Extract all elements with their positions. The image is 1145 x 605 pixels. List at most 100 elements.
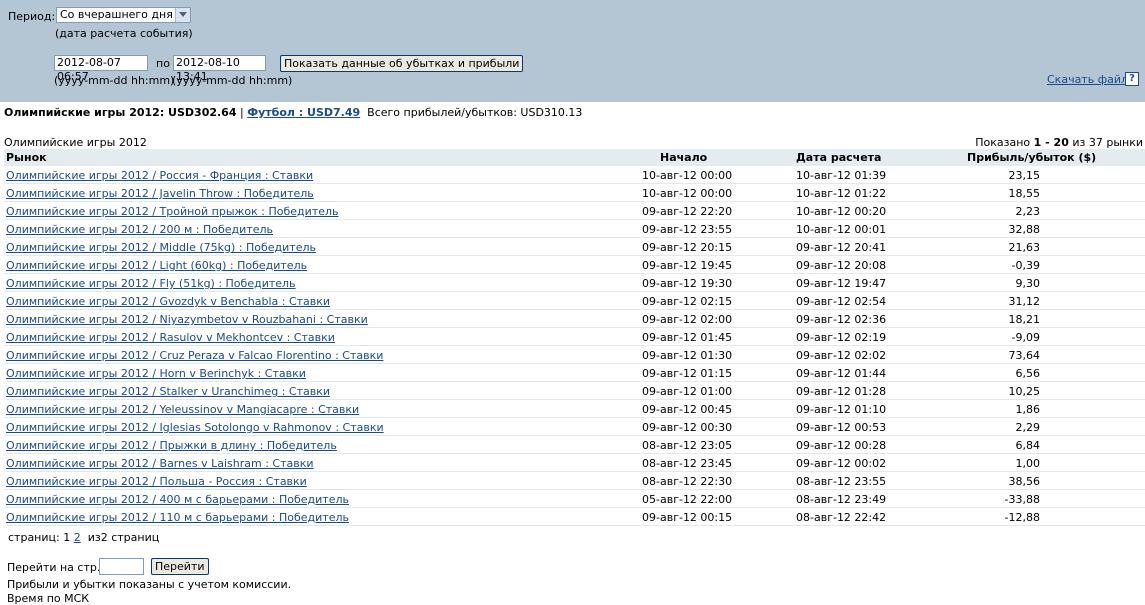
table-row: Олимпийские игры 2012 / 400 м с барьерам…	[4, 490, 1145, 508]
market-link[interactable]: Олимпийские игры 2012 / 400 м с барьерам…	[6, 493, 349, 506]
settled-time-cell: 10-авг-12 00:01	[796, 223, 887, 236]
table-row: Олимпийские игры 2012 / Yeleussinov v Ma…	[4, 400, 1145, 418]
market-link[interactable]: Олимпийские игры 2012 / Javelin Throw : …	[6, 187, 314, 200]
market-link[interactable]: Олимпийские игры 2012 / Cruz Peraza v Fa…	[6, 349, 383, 362]
show-profit-loss-button[interactable]: Показать данные об убытках и прибыли	[280, 55, 524, 72]
start-time-cell: 09-авг-12 22:20	[642, 205, 733, 218]
market-link[interactable]: Олимпийские игры 2012 / Stalker v Uranch…	[6, 385, 330, 398]
from-date-input[interactable]: 2012-08-07 06:57	[54, 55, 148, 83]
table-row: Олимпийские игры 2012 / Тройной прыжок :…	[4, 202, 1145, 220]
profit-loss-cell: 21,63	[1008, 241, 1041, 254]
market-link[interactable]: Олимпийские игры 2012 / 200 м : Победите…	[6, 223, 273, 236]
chevron-down-icon[interactable]	[175, 8, 190, 22]
table-row: Олимпийские игры 2012 / Cruz Peraza v Fa…	[4, 346, 1145, 364]
settled-time-cell: 08-авг-12 23:55	[796, 475, 887, 488]
goto-page-input[interactable]	[99, 558, 144, 575]
pages-label: страниц:	[8, 531, 60, 544]
start-time-cell: 08-авг-12 23:45	[642, 457, 733, 470]
results-count-prefix: Показано	[975, 136, 1034, 149]
market-link[interactable]: Олимпийские игры 2012 / Прыжки в длину :…	[6, 439, 337, 452]
football-link[interactable]: Футбол : USD7.49	[247, 106, 360, 119]
page-2-link[interactable]: 2	[74, 531, 81, 544]
profit-loss-cell: 1,00	[1015, 457, 1041, 470]
table-header: Рынок Начало Дата расчета Прибыль/убыток…	[4, 149, 1145, 166]
profit-loss-cell: 1,86	[1015, 403, 1041, 416]
start-time-cell: 08-авг-12 23:05	[642, 439, 733, 452]
market-link[interactable]: Олимпийские игры 2012 / Light (60kg) : П…	[6, 259, 307, 272]
profit-loss-cell: 9,30	[1015, 277, 1041, 290]
settled-time-cell: 10-авг-12 01:22	[796, 187, 887, 200]
settled-time-cell: 09-авг-12 02:02	[796, 349, 887, 362]
settled-time-cell: 09-авг-12 01:28	[796, 385, 887, 398]
table-row: Олимпийские игры 2012 / Niyazymbetov v R…	[4, 310, 1145, 328]
start-time-cell: 09-авг-12 19:45	[642, 259, 733, 272]
results-count: Показано 1 - 20 из 37 рынки	[975, 136, 1143, 149]
market-link[interactable]: Олимпийские игры 2012 / Gvozdyk v Bencha…	[6, 295, 330, 308]
start-time-cell: 09-авг-12 20:15	[642, 241, 733, 254]
start-time-cell: 09-авг-12 01:15	[642, 367, 733, 380]
market-link[interactable]: Олимпийские игры 2012 / Niyazymbetov v R…	[6, 313, 368, 326]
market-link[interactable]: Олимпийские игры 2012 / Тройной прыжок :…	[6, 205, 339, 218]
profit-loss-cell: 2,29	[1015, 421, 1041, 434]
settled-time-cell: 09-авг-12 20:08	[796, 259, 887, 272]
table-row: Олимпийские игры 2012 / Light (60kg) : П…	[4, 256, 1145, 274]
download-file-link[interactable]: Скачать файл	[1047, 73, 1128, 86]
table-title: Олимпийские игры 2012	[4, 136, 147, 149]
profit-loss-cell: 2,23	[1015, 205, 1041, 218]
results-table-body: Олимпийские игры 2012 / Россия - Франция…	[4, 166, 1145, 526]
profit-loss-cell: 18,55	[1008, 187, 1041, 200]
table-row: Олимпийские игры 2012 / Javelin Throw : …	[4, 184, 1145, 202]
time-note: Время по МСК	[7, 592, 90, 605]
settled-time-cell: 09-авг-12 01:10	[796, 403, 887, 416]
market-link[interactable]: Олимпийские игры 2012 / Middle (75kg) : …	[6, 241, 316, 254]
column-header-start: Начало	[660, 151, 708, 164]
settled-time-cell: 08-авг-12 23:49	[796, 493, 887, 506]
settled-time-cell: 10-авг-12 01:39	[796, 169, 887, 182]
to-date-input[interactable]: 2012-08-10 13:41	[173, 55, 266, 83]
goto-page-button[interactable]: Перейти	[151, 558, 209, 575]
market-link[interactable]: Олимпийские игры 2012 / Россия - Франция…	[6, 169, 313, 182]
column-header-profit-loss: Прибыль/убыток ($)	[967, 151, 1097, 164]
table-row: Олимпийские игры 2012 / Barnes v Laishra…	[4, 454, 1145, 472]
market-link[interactable]: Олимпийские игры 2012 / Rasulov v Mekhon…	[6, 331, 335, 344]
settled-time-cell: 09-авг-12 19:47	[796, 277, 887, 290]
profit-loss-cell: 6,84	[1015, 439, 1041, 452]
start-time-cell: 09-авг-12 00:15	[642, 511, 733, 524]
help-icon[interactable]: ?	[1125, 72, 1139, 86]
table-row: Олимпийские игры 2012 / 110 м с барьерам…	[4, 508, 1145, 526]
market-link[interactable]: Олимпийские игры 2012 / Fly (51kg) : Поб…	[6, 277, 296, 290]
settled-time-cell: 09-авг-12 20:41	[796, 241, 887, 254]
start-time-cell: 09-авг-12 23:55	[642, 223, 733, 236]
settled-time-cell: 08-авг-12 22:42	[796, 511, 887, 524]
market-link[interactable]: Олимпийские игры 2012 / Yeleussinov v Ma…	[6, 403, 359, 416]
period-label: Период:	[8, 10, 56, 23]
table-row: Олимпийские игры 2012 / Польша - Россия …	[4, 472, 1145, 490]
profit-loss-cell: 6,56	[1015, 367, 1041, 380]
period-select[interactable]: Со вчерашнего дня	[56, 7, 191, 23]
start-time-cell: 09-авг-12 02:15	[642, 295, 733, 308]
market-link[interactable]: Олимпийские игры 2012 / 110 м с барьерам…	[6, 511, 349, 524]
table-row: Олимпийские игры 2012 / Прыжки в длину :…	[4, 436, 1145, 454]
filter-panel: Период: Со вчерашнего дня (дата расчета …	[0, 0, 1145, 102]
period-select-value: Со вчерашнего дня	[60, 8, 173, 21]
start-time-cell: 08-авг-12 22:30	[642, 475, 733, 488]
to-format-hint: (yyyy-mm-dd hh:mm)	[172, 74, 293, 87]
settled-time-cell: 09-авг-12 02:54	[796, 295, 887, 308]
results-count-range: 1 - 20	[1033, 136, 1069, 149]
market-link[interactable]: Олимпийские игры 2012 / Barnes v Laishra…	[6, 457, 314, 470]
market-link[interactable]: Олимпийские игры 2012 / Польша - Россия …	[6, 475, 307, 488]
market-link[interactable]: Олимпийские игры 2012 / Horn v Berinchyk…	[6, 367, 306, 380]
start-time-cell: 09-авг-12 00:45	[642, 403, 733, 416]
start-time-cell: 09-авг-12 19:30	[642, 277, 733, 290]
table-row: Олимпийские игры 2012 / Middle (75kg) : …	[4, 238, 1145, 256]
settled-time-cell: 09-авг-12 00:02	[796, 457, 887, 470]
column-header-settled: Дата расчета	[796, 151, 882, 164]
market-link[interactable]: Олимпийские игры 2012 / Iglesias Sotolon…	[6, 421, 384, 434]
page-count: из2 страниц	[87, 531, 160, 544]
profit-loss-cell: -0,39	[1011, 259, 1040, 272]
settled-time-cell: 09-авг-12 00:28	[796, 439, 887, 452]
settled-time-cell: 09-авг-12 01:44	[796, 367, 887, 380]
period-hint: (дата расчета события)	[55, 27, 193, 40]
column-header-market: Рынок	[6, 151, 47, 164]
table-row: Олимпийские игры 2012 / Stalker v Uranch…	[4, 382, 1145, 400]
